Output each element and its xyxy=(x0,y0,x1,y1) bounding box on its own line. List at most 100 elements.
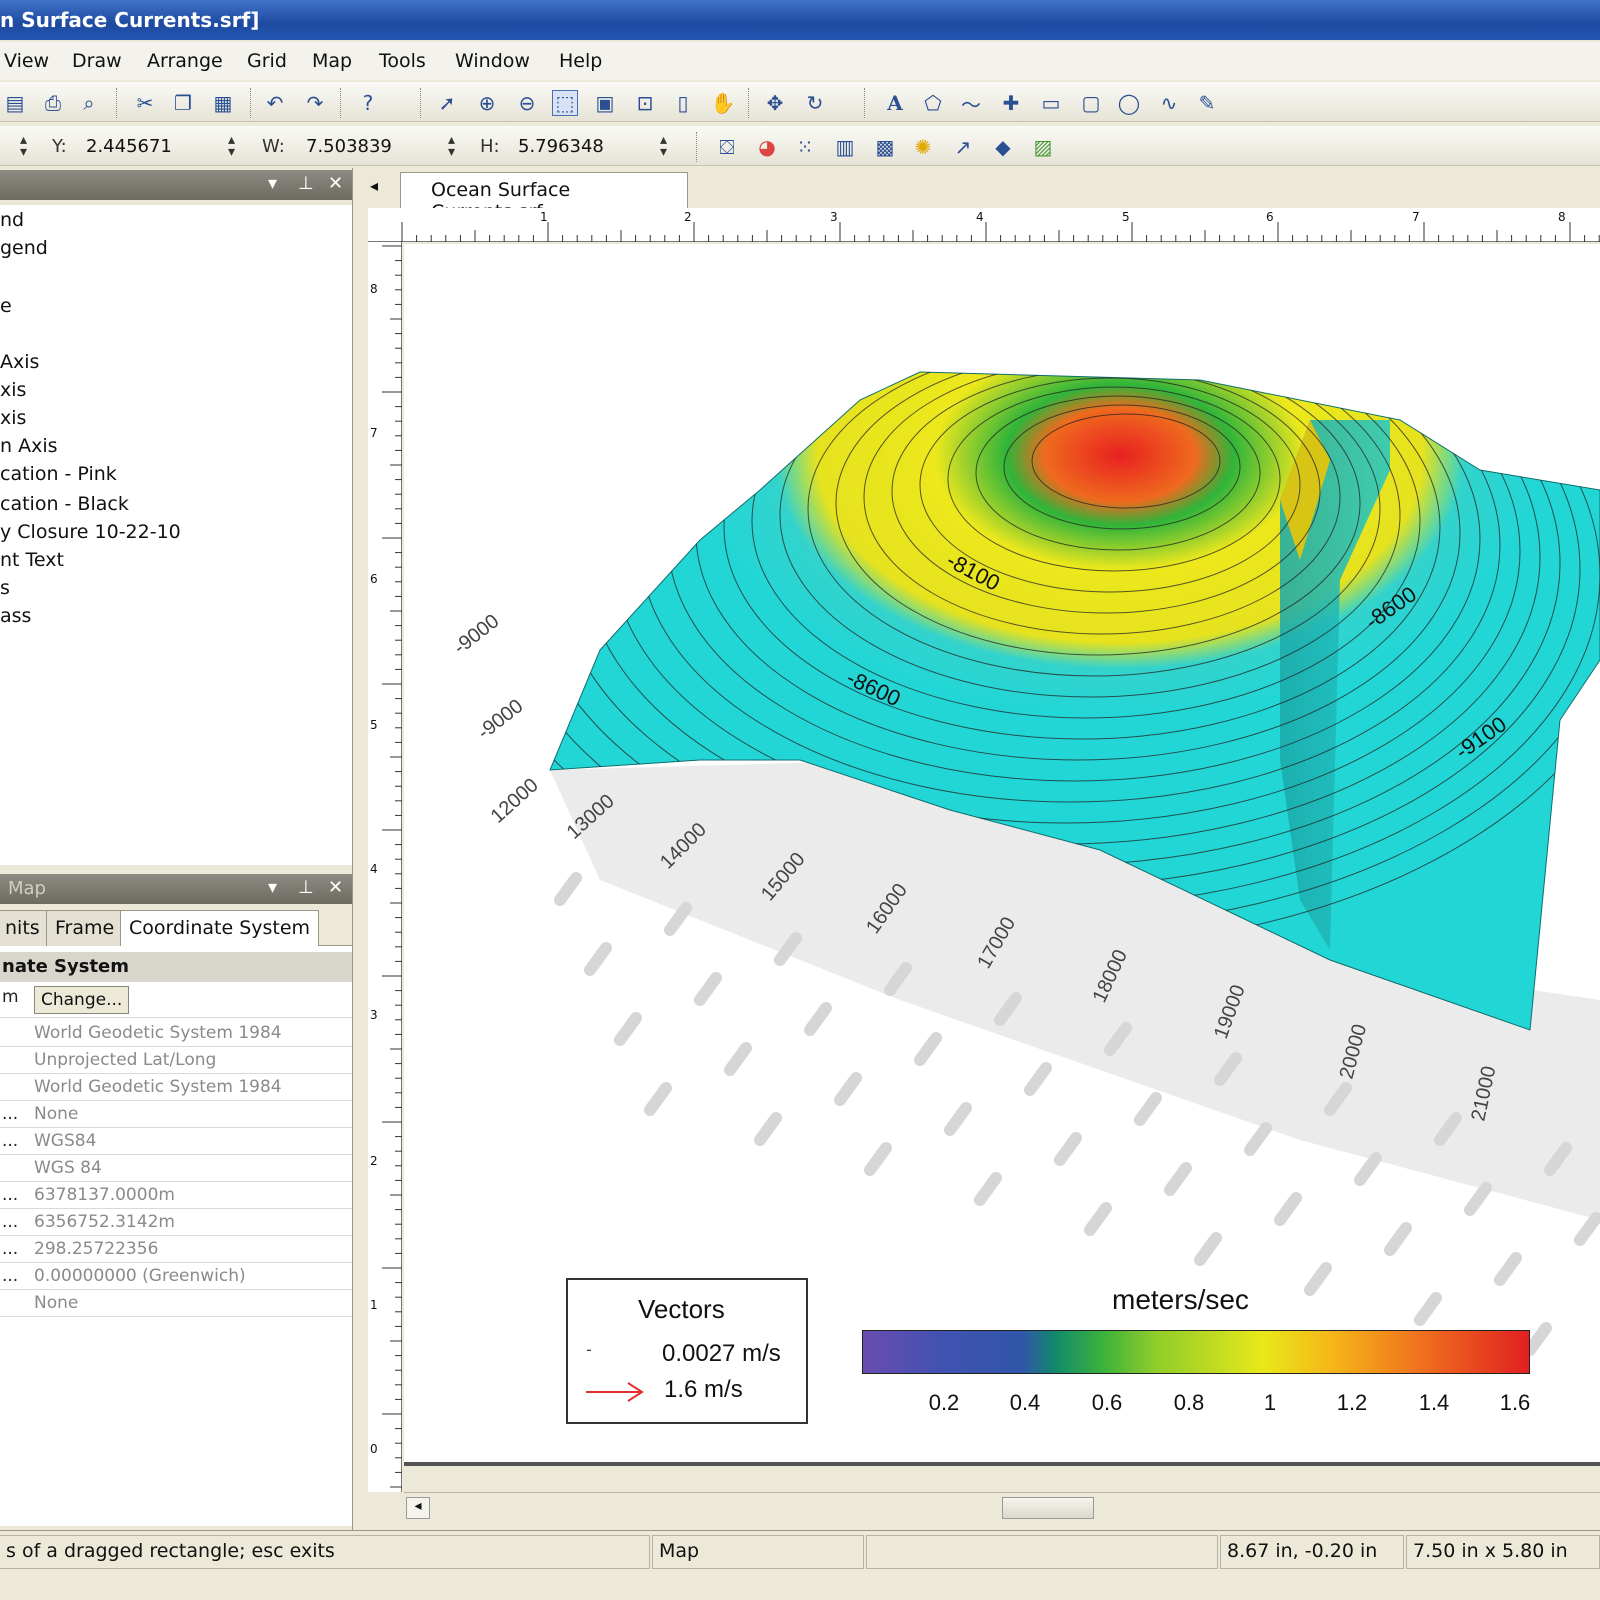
cut-icon[interactable]: ✂ xyxy=(132,90,158,116)
tree-item[interactable]: Axis xyxy=(0,351,39,373)
base-map-icon[interactable]: ⛋ xyxy=(714,134,740,160)
spinner-icon[interactable]: ▴ ▾ xyxy=(228,133,235,159)
spinner-icon[interactable]: ▴ ▾ xyxy=(448,133,455,159)
shadow-tick xyxy=(1384,1222,1412,1256)
reshape-icon[interactable]: ✎ xyxy=(1194,90,1220,116)
menu-window[interactable]: Window xyxy=(455,50,530,72)
undo-icon[interactable]: ↶ xyxy=(262,90,288,116)
property-row: World Geodetic System 1984 xyxy=(0,1020,352,1047)
rounded-rect-icon[interactable]: ▢ xyxy=(1078,90,1104,116)
tab-coordinate-system[interactable]: Coordinate System xyxy=(120,910,320,947)
image-map-icon[interactable]: ▥ xyxy=(832,134,858,160)
help-pointer-icon[interactable]: ? xyxy=(355,90,381,116)
print-preview-icon[interactable]: ⌕ xyxy=(76,90,102,116)
tab-scroll-left-icon[interactable]: ◂ xyxy=(370,176,378,195)
tree-item[interactable]: xis xyxy=(0,379,26,401)
contour-map-icon[interactable]: ◕ xyxy=(754,134,780,160)
spinner-icon[interactable]: ▴ ▾ xyxy=(20,133,27,159)
dropdown-icon[interactable]: ▾ xyxy=(268,877,277,898)
polyline-icon[interactable]: 〜 xyxy=(958,90,984,117)
symbol-icon[interactable]: ✚ xyxy=(998,90,1024,116)
color-scale-icon[interactable]: ▨ xyxy=(1030,134,1056,160)
menu-map[interactable]: Map xyxy=(312,50,352,72)
spline-icon[interactable]: ∿ xyxy=(1156,90,1182,116)
tree-item[interactable]: y Closure 10-22-10 xyxy=(0,521,181,543)
lighting-icon[interactable]: ✺ xyxy=(910,134,936,160)
menu-arrange[interactable]: Arrange xyxy=(147,50,223,72)
shadow-tick xyxy=(944,1102,972,1136)
shadow-tick xyxy=(554,872,582,906)
scroll-thumb[interactable] xyxy=(1002,1497,1094,1519)
left-ruler: 8 7 6 5 4 3 2 1 0 xyxy=(368,242,402,1492)
menu-grid[interactable]: Grid xyxy=(247,50,287,72)
pan-icon[interactable]: ✋ xyxy=(710,90,736,116)
document-tab[interactable]: Ocean Surface Currents.srf xyxy=(400,172,688,223)
tree-item[interactable]: nt Text xyxy=(0,549,64,571)
tree-item[interactable]: xis xyxy=(0,407,26,429)
status-mode: Map xyxy=(652,1535,864,1569)
map-canvas[interactable]: -8100 -8600 -8600 -9100 -9000 -9000 1200… xyxy=(404,244,1600,1462)
small-vector-icon: - xyxy=(586,1340,592,1359)
polygon-icon[interactable]: ⬠ xyxy=(920,90,946,116)
w-field[interactable]: 7.503839 xyxy=(306,136,392,157)
vector-map-icon[interactable]: ↗ xyxy=(950,134,976,160)
zoom-selected-icon[interactable]: ▣ xyxy=(592,90,618,116)
close-icon[interactable]: ✕ xyxy=(328,877,343,898)
rotate-icon[interactable]: ↻ xyxy=(802,90,828,116)
property-key: ... xyxy=(2,1185,19,1205)
print-icon[interactable]: ⎙ xyxy=(40,90,66,116)
zoom-rect-icon[interactable]: ⬚ xyxy=(552,90,578,116)
horizontal-scrollbar[interactable]: ◂ xyxy=(404,1492,1600,1522)
change-button[interactable]: Change... xyxy=(34,986,130,1014)
close-icon[interactable]: ✕ xyxy=(328,173,343,194)
color-scale-bar[interactable] xyxy=(862,1330,1530,1374)
rectangle-icon[interactable]: ▭ xyxy=(1038,90,1064,116)
tree-item[interactable]: n Axis xyxy=(0,435,58,457)
toolbar-separator xyxy=(696,132,698,162)
tree-item[interactable]: nd xyxy=(0,209,24,231)
scroll-left-icon[interactable]: ◂ xyxy=(406,1497,430,1519)
zoom-out-icon[interactable]: ⊖ xyxy=(514,90,540,116)
tree-item[interactable]: ass xyxy=(0,605,31,627)
property-value: 6378137.0000m xyxy=(34,1185,175,1205)
zoom-fit-icon[interactable]: ⊡ xyxy=(632,90,658,116)
menu-draw[interactable]: Draw xyxy=(72,50,122,72)
shadow-tick xyxy=(834,1072,862,1106)
pin-icon[interactable]: ⊥ xyxy=(298,877,314,898)
menu-tools[interactable]: Tools xyxy=(379,50,426,72)
property-row: ... 0.00000000 (Greenwich) xyxy=(0,1263,352,1290)
zoom-page-icon[interactable]: ▯ xyxy=(670,90,696,116)
copy-icon[interactable]: ❐ xyxy=(170,90,196,116)
tree-item[interactable]: cation - Pink xyxy=(0,463,117,485)
tree-item[interactable]: cation - Black xyxy=(0,493,129,515)
save-all-icon[interactable]: ▤ xyxy=(2,90,28,116)
pin-icon[interactable]: ⊥ xyxy=(298,173,314,194)
y-field[interactable]: 2.445671 xyxy=(86,136,172,157)
3d-surface-icon[interactable]: ◆ xyxy=(990,134,1016,160)
post-map-icon[interactable]: ⁙ xyxy=(792,134,818,160)
ellipse-icon[interactable]: ◯ xyxy=(1116,90,1142,116)
shaded-relief-icon[interactable]: ▩ xyxy=(872,134,898,160)
vectors-legend[interactable]: Vectors - 0.0027 m/s 1.6 m/s xyxy=(566,1278,808,1424)
zoom-in-icon[interactable]: ⊕ xyxy=(474,90,500,116)
shadow-tick xyxy=(1164,1162,1192,1196)
select-icon[interactable]: ➚ xyxy=(434,90,460,116)
spinner-icon[interactable]: ▴ ▾ xyxy=(660,133,667,159)
h-field[interactable]: 5.796348 xyxy=(518,136,604,157)
menu-view[interactable]: View xyxy=(4,50,49,72)
color-scale-tick: 1.2 xyxy=(1336,1390,1368,1415)
menu-help[interactable]: Help xyxy=(559,50,602,72)
dropdown-icon[interactable]: ▾ xyxy=(268,173,277,194)
tree-item[interactable]: gend xyxy=(0,237,48,259)
move-icon[interactable]: ✥ xyxy=(762,90,788,116)
splitter[interactable] xyxy=(352,168,360,1530)
property-row: World Geodetic System 1984 xyxy=(0,1074,352,1101)
tree-item[interactable]: e xyxy=(0,295,12,317)
tab-frame[interactable]: Frame xyxy=(46,910,124,946)
tree-item[interactable]: s xyxy=(0,577,10,599)
tab-limits[interactable]: nits xyxy=(0,910,49,946)
redo-icon[interactable]: ↷ xyxy=(302,90,328,116)
shadow-tick xyxy=(914,1032,942,1066)
text-icon[interactable]: A xyxy=(882,90,908,116)
paste-icon[interactable]: ▦ xyxy=(210,90,236,116)
